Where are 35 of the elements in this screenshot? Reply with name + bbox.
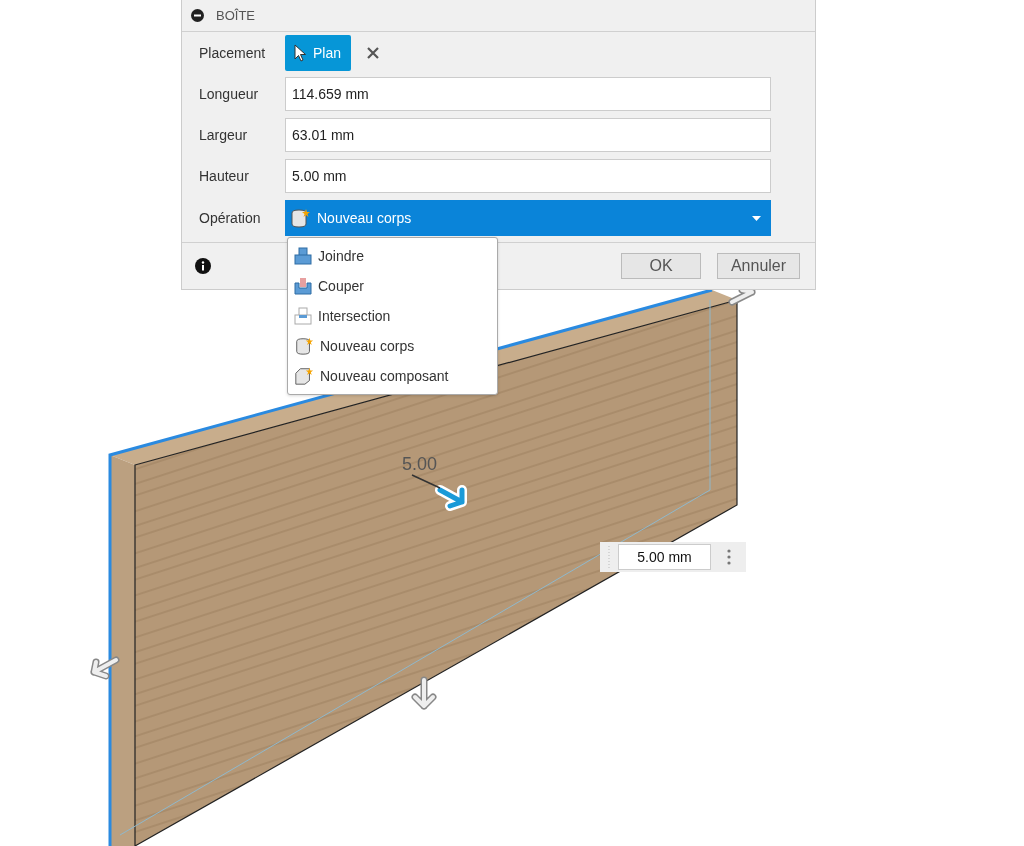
arrow-handle-icon[interactable] [90, 656, 120, 680]
input-field[interactable]: 63.01 mm [285, 118, 771, 152]
field-label: Placement [199, 45, 267, 61]
input-field[interactable]: 114.659 mm [285, 77, 771, 111]
more-options-icon[interactable] [727, 549, 731, 565]
field-label: Largeur [199, 127, 249, 143]
collapse-icon[interactable] [191, 9, 204, 22]
dialog-title: BOÎTE [216, 8, 255, 23]
new-body-icon [294, 336, 314, 356]
dialog-button[interactable]: Annuler [717, 253, 800, 279]
intersect-icon [294, 307, 312, 325]
dimension-label: 5.00 [402, 454, 438, 475]
new-component-icon [294, 366, 314, 386]
join-icon [294, 247, 312, 265]
dimension-line [411, 474, 441, 489]
field-label: Longueur [199, 86, 260, 102]
arrow-handle-icon[interactable] [411, 676, 437, 710]
menu-item[interactable]: Couper [288, 271, 497, 301]
menu-item[interactable]: Intersection [288, 301, 497, 331]
dialog-button[interactable]: OK [621, 253, 701, 279]
caret-icon [752, 215, 761, 221]
cursor-icon [294, 44, 307, 62]
operation-dropdown[interactable]: Nouveau corps [285, 200, 771, 236]
field-label: Hauteur [199, 168, 250, 184]
close-icon[interactable] [367, 47, 380, 59]
field-label: Opération [199, 210, 262, 226]
menu-item[interactable]: Nouveau corps [288, 331, 497, 361]
new-body-icon [289, 207, 311, 229]
cut-icon [294, 277, 312, 295]
info-icon[interactable] [195, 258, 211, 274]
dimension-input-field[interactable]: 5.00 mm [618, 544, 711, 570]
menu-item[interactable]: Nouveau composant [288, 361, 497, 391]
menu-item[interactable]: Joindre [288, 241, 497, 271]
grip-icon[interactable] [606, 545, 612, 569]
input-field[interactable]: 5.00 mm [285, 159, 771, 193]
